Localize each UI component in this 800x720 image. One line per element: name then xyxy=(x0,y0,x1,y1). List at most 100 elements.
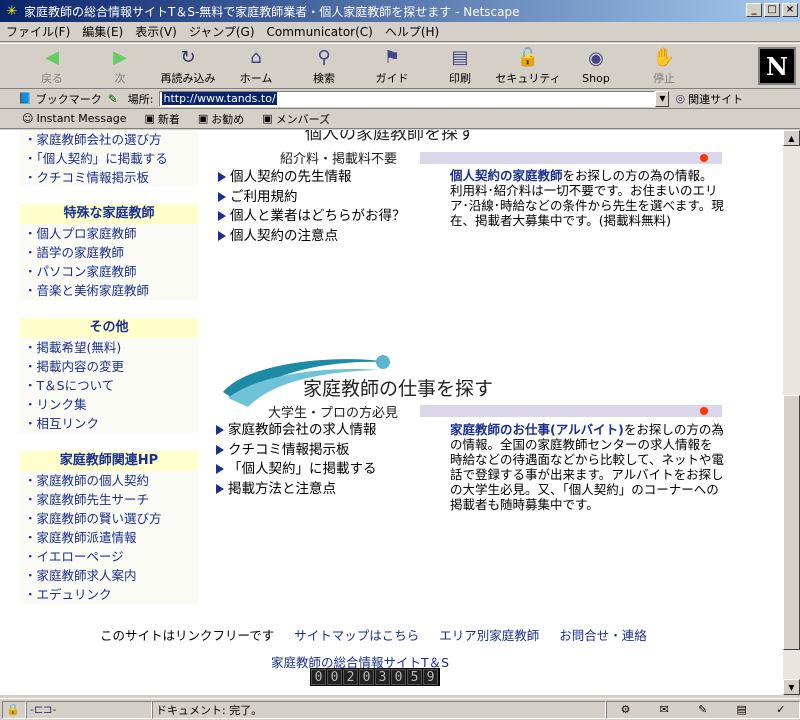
sidebar-link[interactable]: ・パソコン家庭教師 xyxy=(20,262,198,281)
bookmark-page-icon: ▣ xyxy=(197,112,209,125)
section1-link[interactable]: 個人契約の注意点 xyxy=(218,227,406,247)
instant-message-button[interactable]: ☺ Instant Message xyxy=(22,112,126,125)
footer-link-contact[interactable]: お問合せ・連絡 xyxy=(559,625,647,644)
stop-icon: ✋ xyxy=(652,46,676,68)
sidebar-link[interactable]: ・「個人契約」に掲載する xyxy=(20,149,198,168)
navigation-toolbar: ◀ 戻る ▶ 次 ↻ 再読み込み ⌂ ホーム ⚲ 検索 ⚑ ガイド ▤ 印刷 🔓 セキュリティ … xyxy=(0,43,800,89)
forward-button[interactable]: ▶ 次 xyxy=(86,44,154,88)
search-icon: ⚲ xyxy=(317,46,331,68)
section2-red-dot xyxy=(700,407,708,415)
sidebar-link[interactable]: ・相互リンク xyxy=(20,414,198,433)
stop-button[interactable]: ✋ 停止 xyxy=(630,44,698,88)
sidebar-link[interactable]: ・家庭教師求人案内 xyxy=(20,566,198,585)
reload-button[interactable]: ↻ 再読み込み xyxy=(154,44,222,88)
visitor-counter: 0 0 2 0 3 0 5 9 xyxy=(310,668,440,686)
navigator-icon[interactable]: ⚙ xyxy=(621,703,631,716)
netscape-app-icon: ✳ xyxy=(6,3,18,19)
section2-link[interactable]: 掲載方法と注意点 xyxy=(216,480,377,500)
page-proxy-icon[interactable]: ✎ xyxy=(108,92,118,106)
url-input[interactable]: http://www.tands.to/ xyxy=(159,90,656,107)
section2-link[interactable]: 家庭教師会社の求人情報 xyxy=(216,421,377,441)
section1-banner-band xyxy=(420,152,722,164)
status-bar: 🔒 -⊏⊐- ドキュメント: 完了。 ⚙ ✉ ✎ ▤ ✓ xyxy=(0,698,800,720)
section2-link[interactable]: クチコミ情報掲示板 xyxy=(216,441,377,461)
minimize-button[interactable]: _ xyxy=(746,3,762,17)
shop-button[interactable]: ◉ Shop xyxy=(562,44,630,88)
sidebar-link[interactable]: ・リンク集 xyxy=(20,395,198,414)
sidebar-link[interactable]: ・掲載内容の変更 xyxy=(20,357,198,376)
connection-status: -⊏⊐- xyxy=(26,700,152,719)
sidebar-link[interactable]: ・語学の家庭教師 xyxy=(20,243,198,262)
sidebar-link[interactable]: ・家庭教師先生サーチ xyxy=(20,490,198,509)
sidebar-link[interactable]: ・音楽と美術家庭教師 xyxy=(20,281,198,300)
print-button[interactable]: ▤ 印刷 xyxy=(426,44,494,88)
sidebar-link[interactable]: ・エデュリンク xyxy=(20,585,198,604)
page-content: ・家庭教師会社の選び方 ・「個人契約」に掲載する ・クチコミ情報掲示板 特殊な家… xyxy=(0,130,783,695)
sidebar-link[interactable]: ・イエローページ xyxy=(20,547,198,566)
arrow-right-icon xyxy=(218,191,226,202)
counter-digit: 0 xyxy=(327,669,342,685)
menu-edit[interactable]: 編集(E) xyxy=(82,23,123,40)
arrow-right-icon xyxy=(216,464,224,474)
sidebar-link[interactable]: ・家庭教師派遣情報 xyxy=(20,528,198,547)
sidebar-link[interactable]: ・T＆Sについて xyxy=(20,376,198,395)
sidebar-link[interactable]: ・個人プロ家庭教師 xyxy=(20,224,198,243)
composer-icon[interactable]: ✎ xyxy=(698,703,707,716)
recommended-button[interactable]: ▣ お勧め xyxy=(198,111,244,127)
personal-toolbar: ☺ Instant Message ▣ 新着 ▣ お勧め ▣ メンバーズ xyxy=(0,109,800,129)
menu-view[interactable]: 表示(V) xyxy=(135,23,177,40)
security-button[interactable]: 🔓 セキュリティ xyxy=(494,44,562,88)
menu-help[interactable]: ヘルプ(H) xyxy=(385,23,439,40)
security-status[interactable]: 🔒 xyxy=(2,700,26,719)
url-dropdown-button[interactable]: ▼ xyxy=(655,90,670,107)
section1-link[interactable]: ご利用規約 xyxy=(218,188,406,208)
location-label: 場所: xyxy=(127,92,154,106)
menu-go[interactable]: ジャンプ(G) xyxy=(189,23,255,40)
address-book-icon[interactable]: ▤ xyxy=(737,703,747,716)
menu-file[interactable]: ファイル(F) xyxy=(6,23,70,40)
bookmarks-button[interactable]: 📘 ブックマーク xyxy=(18,91,102,107)
footer-link-sitemap[interactable]: サイトマップはこちら xyxy=(294,625,419,644)
section2-desc-lead[interactable]: 家庭教師のお仕事(アルバイト) xyxy=(450,422,624,437)
printer-icon: ▤ xyxy=(451,46,469,68)
search-button[interactable]: ⚲ 検索 xyxy=(290,44,358,88)
related-sites-button[interactable]: ◎ 関連サイト xyxy=(675,91,743,107)
sidebar-link[interactable]: ・クチコミ情報掲示板 xyxy=(20,168,198,187)
url-text: http://www.tands.to/ xyxy=(162,92,277,105)
back-button[interactable]: ◀ 戻る xyxy=(18,44,86,88)
window-controls: _ □ × xyxy=(746,3,798,17)
footer-link-area[interactable]: エリア別家庭教師 xyxy=(439,625,539,644)
related-sites-icon: ◎ xyxy=(675,92,686,105)
scroll-thumb[interactable] xyxy=(783,395,800,650)
menu-communicator[interactable]: Communicator(C) xyxy=(267,25,373,39)
mail-icon[interactable]: ✉ xyxy=(660,703,669,716)
section1-desc-lead[interactable]: 個人契約の家庭教師 xyxy=(450,168,563,183)
sidebar-link[interactable]: ・家庭教師の賢い選び方 xyxy=(20,509,198,528)
guide-button[interactable]: ⚑ ガイド xyxy=(358,44,426,88)
vertical-scrollbar[interactable]: ▲ ▼ xyxy=(783,130,800,695)
home-button[interactable]: ⌂ ホーム xyxy=(222,44,290,88)
section2-link[interactable]: 「個人契約」に掲載する xyxy=(216,460,377,480)
whats-new-button[interactable]: ▣ 新着 xyxy=(144,111,179,127)
title-bar: ✳ 家庭教師の総合情報サイトT＆S-無料で家庭教師業者・個人家庭教師を探せます … xyxy=(0,0,800,22)
netscape-logo[interactable]: N xyxy=(758,47,796,85)
scroll-down-button[interactable]: ▼ xyxy=(783,679,800,695)
location-bar: 📘 ブックマーク ✎ 場所: http://www.tands.to/ ▼ ◎ 関連… xyxy=(0,89,800,109)
maximize-button[interactable]: □ xyxy=(764,3,780,17)
section1-link[interactable]: 個人契約の先生情報 xyxy=(218,168,406,188)
scroll-up-button[interactable]: ▲ xyxy=(783,130,800,146)
communicator-icon[interactable]: ✓ xyxy=(776,703,785,716)
section2-banner-band xyxy=(420,405,722,417)
close-button[interactable]: × xyxy=(782,3,798,17)
section1-link[interactable]: 個人と業者はどちらがお得？ xyxy=(218,207,406,227)
arrow-right-icon xyxy=(218,230,226,241)
status-text: ドキュメント: 完了。 xyxy=(152,700,606,719)
sidebar-section-title: 特殊な家庭教師 xyxy=(20,204,198,224)
sidebar-link[interactable]: ・掲載希望(無料) xyxy=(20,338,198,357)
sidebar-link[interactable]: ・家庭教師会社の選び方 xyxy=(20,130,198,149)
forward-arrow-icon: ▶ xyxy=(113,46,127,68)
sidebar-link[interactable]: ・家庭教師の個人契約 xyxy=(20,471,198,490)
members-button[interactable]: ▣ メンバーズ xyxy=(262,111,330,127)
counter-digit: 0 xyxy=(359,669,374,685)
